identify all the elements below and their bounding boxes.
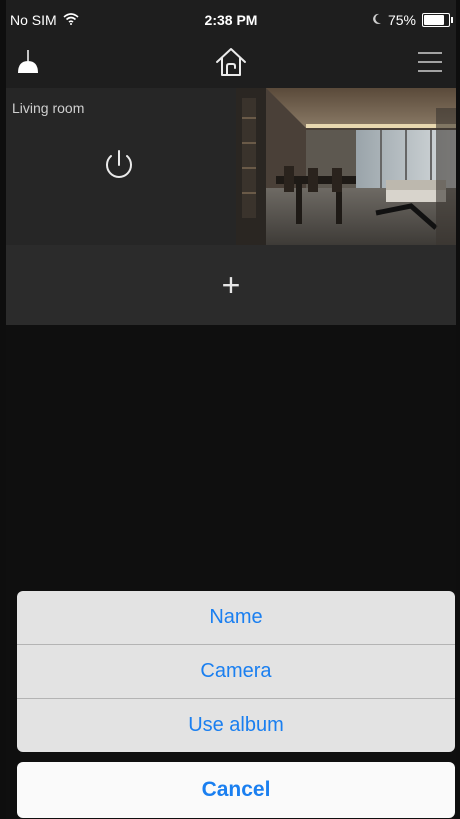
battery-percent: 75% bbox=[387, 12, 416, 28]
home-icon bbox=[213, 44, 249, 85]
room-name: Living room bbox=[12, 100, 85, 116]
status-bar: No SIM 2:38 PM 75% bbox=[6, 0, 456, 40]
add-icon: + bbox=[221, 267, 241, 303]
power-button[interactable] bbox=[94, 143, 144, 193]
hamburger-menu-icon bbox=[416, 50, 444, 79]
home-button[interactable] bbox=[209, 44, 253, 84]
living-room-photo[interactable] bbox=[236, 88, 456, 245]
room-tile[interactable]: Living room bbox=[6, 88, 456, 245]
power-icon bbox=[102, 148, 136, 189]
name-option[interactable]: Name bbox=[17, 591, 455, 645]
cancel-button[interactable]: Cancel bbox=[17, 762, 455, 818]
camera-option[interactable]: Camera bbox=[17, 645, 455, 699]
use-album-option[interactable]: Use album bbox=[17, 699, 455, 752]
ceiling-lamp-icon bbox=[13, 47, 43, 82]
menu-button[interactable] bbox=[408, 44, 452, 84]
battery-tip bbox=[451, 17, 453, 23]
add-room-button[interactable]: + bbox=[6, 245, 456, 325]
nav-bar bbox=[6, 40, 456, 88]
app-screen: No SIM 2:38 PM 75% Living room + Name Ca… bbox=[6, 0, 456, 819]
action-sheet: Name Camera Use album bbox=[17, 591, 455, 752]
status-right: 75% bbox=[372, 12, 453, 28]
lamp-button[interactable] bbox=[6, 44, 50, 84]
battery-icon bbox=[422, 13, 453, 27]
moon-icon bbox=[372, 12, 382, 28]
battery-fill bbox=[424, 15, 444, 25]
